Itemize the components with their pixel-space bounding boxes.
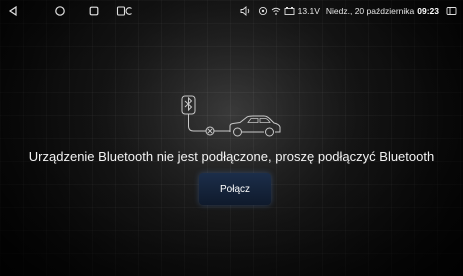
home-circle-icon[interactable] [53,4,67,18]
bluetooth-screen: 13.1V Niedz., 20 października 09:23 Urzą… [0,0,463,276]
bluetooth-car-disconnected-icon [181,95,281,137]
car-battery-icon [284,6,295,16]
location-icon [258,6,268,16]
status-bar: 13.1V Niedz., 20 października 09:23 [0,0,463,22]
date-text: Niedz., 20 października [325,6,415,16]
volume-icon[interactable] [240,6,252,16]
bluetooth-not-connected-message: Urządzenie Bluetooth nie jest podłączone… [28,149,435,164]
voltage-text: 13.1V [297,6,320,16]
wifi-icon [271,6,281,16]
connect-button[interactable]: Połącz [199,173,271,205]
clock-text: 09:23 [417,6,439,16]
window-icon[interactable] [446,6,457,16]
recents-square-icon[interactable] [87,4,101,18]
back-triangle-icon[interactable] [6,4,20,18]
screen-toggle-icon[interactable] [116,4,134,18]
status-indicators: 13.1V Niedz., 20 października 09:23 [240,3,457,19]
